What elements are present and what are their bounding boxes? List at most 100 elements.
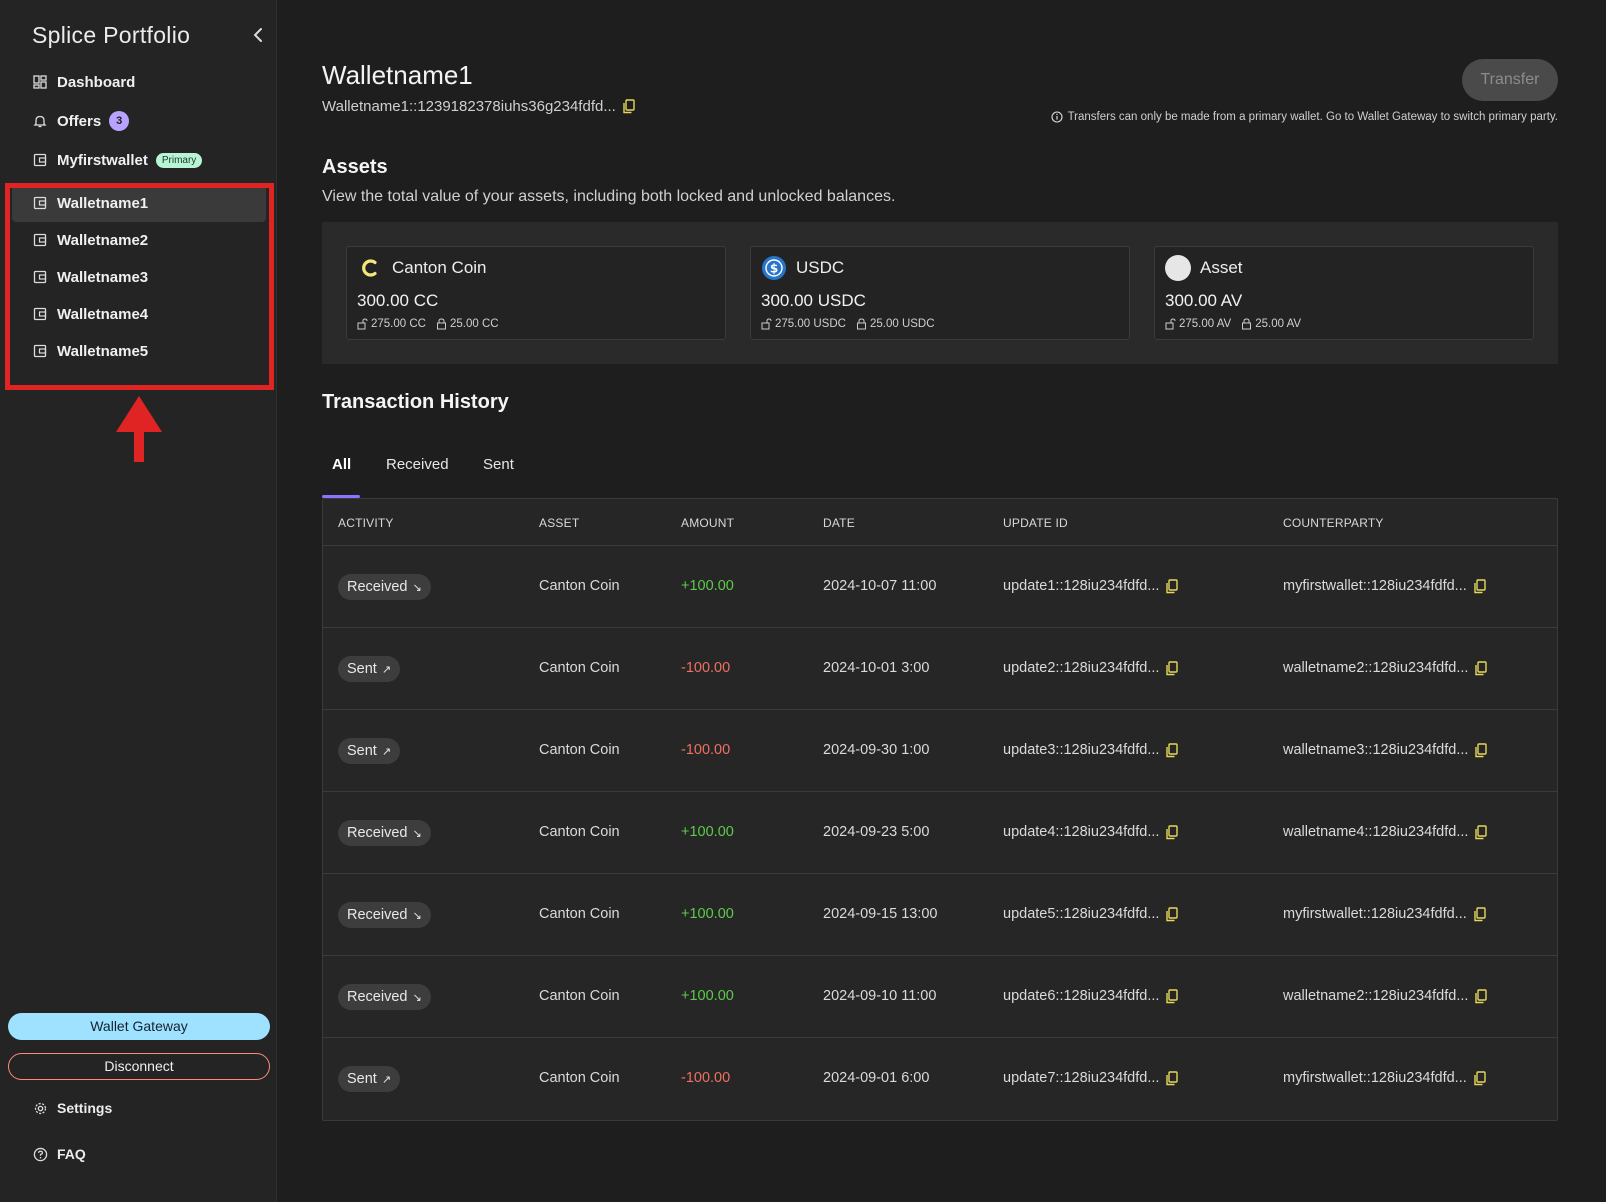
- copy-icon[interactable]: [1165, 578, 1179, 594]
- sidebar-item-faq[interactable]: FAQ: [33, 1146, 86, 1162]
- table-row[interactable]: Received ↘ Canton Coin +100.00 2024-09-15 13…: [323, 874, 1557, 956]
- arrow-up-right-icon: ↗: [381, 663, 392, 676]
- unlock-icon: [357, 318, 368, 330]
- activity-badge: Sent ↗: [338, 1066, 401, 1092]
- transfer-button[interactable]: Transfer: [1462, 59, 1558, 101]
- update-id-cell: update4::128iu234fdfd...: [1003, 824, 1179, 840]
- copy-icon[interactable]: [1474, 824, 1488, 840]
- counterparty-cell: myfirstwallet::128iu234fdfd...: [1283, 1070, 1487, 1086]
- table-row[interactable]: Sent ↗ Canton Coin -100.00 2024-09-30 1:00 up…: [323, 710, 1557, 792]
- disconnect-button[interactable]: Disconnect: [8, 1053, 270, 1080]
- asset-card-usdc[interactable]: $ USDC 300.00 USDC 275.00 USDC 25.00 USDC: [750, 246, 1130, 340]
- activity-label: Received: [347, 989, 408, 1005]
- copy-icon[interactable]: [1165, 988, 1179, 1004]
- activity-label: Sent: [347, 1071, 377, 1087]
- activity-label: Sent: [347, 743, 377, 759]
- activity-badge: Received ↘: [338, 574, 431, 600]
- sidebar-item-offers[interactable]: Offers 3: [12, 102, 266, 140]
- generic-asset-logo: [1165, 255, 1191, 281]
- table-row[interactable]: Received ↘ Canton Coin +100.00 2024-09-10 11…: [323, 956, 1557, 1038]
- unlock-icon: [761, 318, 772, 330]
- lock-icon: [436, 318, 447, 330]
- unlocked-balance: 275.00 AV: [1179, 318, 1232, 330]
- copy-icon[interactable]: [1474, 742, 1488, 758]
- counterparty-cell: walletname2::128iu234fdfd...: [1283, 660, 1488, 676]
- copy-icon[interactable]: [1474, 660, 1488, 676]
- counterparty-text: walletname2::128iu234fdfd...: [1283, 660, 1469, 676]
- copy-icon[interactable]: [1165, 1070, 1179, 1086]
- copy-icon[interactable]: [622, 99, 636, 114]
- activity-label: Sent: [347, 661, 377, 677]
- transfer-note: Transfers can only be made from a primar…: [1051, 111, 1558, 123]
- amount-cell: +100.00: [681, 988, 734, 1004]
- locked-balance: 25.00 AV: [1255, 318, 1302, 330]
- asset-cell: Canton Coin: [539, 660, 620, 676]
- asset-cell: Canton Coin: [539, 1070, 620, 1086]
- copy-icon[interactable]: [1473, 906, 1487, 922]
- history-tabs: All Received Sent: [322, 440, 722, 498]
- transfer-note-text: Transfers can only be made from a primar…: [1067, 111, 1558, 123]
- asset-balances: 275.00 AV 25.00 AV: [1165, 318, 1301, 330]
- copy-icon[interactable]: [1473, 1070, 1487, 1086]
- offers-count-badge: 3: [109, 111, 130, 131]
- sidebar-item-settings[interactable]: Settings: [33, 1100, 112, 1116]
- asset-card-canton-coin[interactable]: Canton Coin 300.00 CC 275.00 CC 25.00 CC: [346, 246, 726, 340]
- date-cell: 2024-10-07 11:00: [823, 578, 937, 594]
- usdc-logo: $: [761, 255, 787, 281]
- amount-cell: +100.00: [681, 578, 734, 594]
- asset-card-asset[interactable]: Asset 300.00 AV 275.00 AV 25.00 AV: [1154, 246, 1534, 340]
- date-cell: 2024-09-10 11:00: [823, 988, 937, 1004]
- asset-balances: 275.00 USDC 25.00 USDC: [761, 318, 935, 330]
- wallet-gateway-button[interactable]: Wallet Gateway: [8, 1013, 270, 1040]
- arrow-down-right-icon: ↘: [412, 991, 422, 1004]
- update-id-text: update4::128iu234fdfd...: [1003, 824, 1160, 840]
- tab-received[interactable]: Received: [386, 456, 449, 473]
- sidebar-item-myfirstwallet[interactable]: Myfirstwallet Primary: [12, 141, 266, 179]
- bell-icon: [33, 114, 47, 128]
- canton-coin-logo: [357, 255, 383, 281]
- col-update-id: UPDATE ID: [1003, 516, 1068, 530]
- table-row[interactable]: Sent ↗ Canton Coin -100.00 2024-09-01 6:00 up…: [323, 1038, 1557, 1120]
- sidebar-item-label: Dashboard: [57, 73, 136, 91]
- history-title: Transaction History: [322, 391, 509, 413]
- counterparty-cell: walletname3::128iu234fdfd...: [1283, 742, 1488, 758]
- update-id-text: update5::128iu234fdfd...: [1003, 906, 1160, 922]
- svg-text:$: $: [770, 262, 778, 276]
- arrow-down-right-icon: ↘: [412, 827, 422, 840]
- table-row[interactable]: Received ↘ Canton Coin +100.00 2024-10-07 11…: [323, 546, 1557, 628]
- arrow-down-right-icon: ↘: [412, 909, 422, 922]
- activity-badge: Received ↘: [338, 820, 431, 846]
- help-circle-icon: [33, 1147, 48, 1162]
- table-row[interactable]: Sent ↗ Canton Coin -100.00 2024-10-01 3:00 up…: [323, 628, 1557, 710]
- copy-icon[interactable]: [1165, 742, 1179, 758]
- sidebar-item-dashboard[interactable]: Dashboard: [12, 63, 266, 101]
- counterparty-text: myfirstwallet::128iu234fdfd...: [1283, 1070, 1467, 1086]
- counterparty-cell: walletname2::128iu234fdfd...: [1283, 988, 1488, 1004]
- copy-icon[interactable]: [1473, 578, 1487, 594]
- tab-all[interactable]: All: [332, 456, 351, 473]
- assets-description: View the total value of your assets, inc…: [322, 188, 896, 205]
- date-cell: 2024-09-15 13:00: [823, 906, 938, 922]
- tab-sent[interactable]: Sent: [483, 456, 514, 473]
- app-brand: Splice Portfolio: [32, 22, 191, 48]
- collapse-sidebar-icon[interactable]: [248, 24, 268, 46]
- date-cell: 2024-10-01 3:00: [823, 660, 930, 676]
- update-id-cell: update1::128iu234fdfd...: [1003, 578, 1179, 594]
- counterparty-text: walletname3::128iu234fdfd...: [1283, 742, 1469, 758]
- faq-label: FAQ: [57, 1146, 86, 1162]
- copy-icon[interactable]: [1474, 988, 1488, 1004]
- copy-icon[interactable]: [1165, 660, 1179, 676]
- activity-label: Received: [347, 907, 408, 923]
- asset-cell: Canton Coin: [539, 824, 620, 840]
- lock-icon: [1241, 318, 1252, 330]
- table-row[interactable]: Received ↘ Canton Coin +100.00 2024-09-23 5:…: [323, 792, 1557, 874]
- sidebar-item-label: Offers: [57, 112, 102, 130]
- col-asset: ASSET: [539, 516, 580, 530]
- unlocked-balance: 275.00 USDC: [775, 318, 846, 330]
- activity-badge: Received ↘: [338, 984, 431, 1010]
- copy-icon[interactable]: [1165, 824, 1179, 840]
- copy-icon[interactable]: [1165, 906, 1179, 922]
- gear-icon: [33, 1101, 48, 1116]
- activity-badge: Sent ↗: [338, 738, 401, 764]
- amount-cell: -100.00: [681, 742, 731, 758]
